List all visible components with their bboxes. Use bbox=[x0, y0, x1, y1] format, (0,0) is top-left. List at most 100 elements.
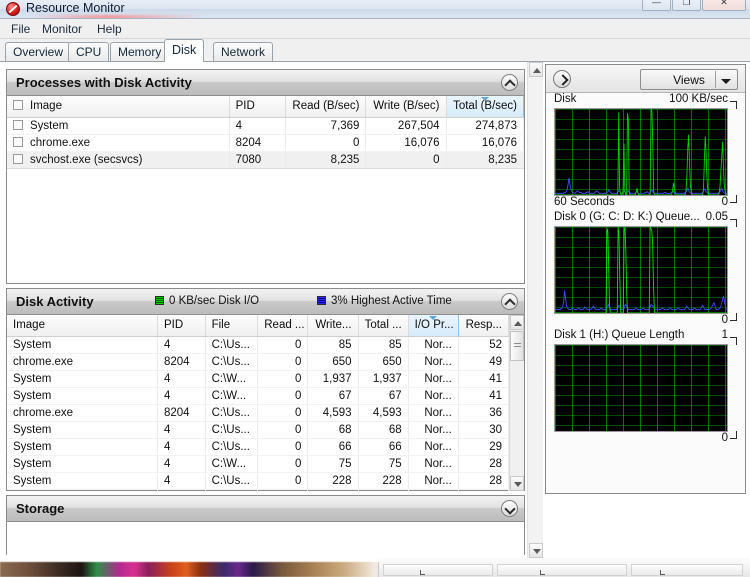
table-row[interactable]: svchost.exe (secsvcs) 7080 8,235 0 8,235 bbox=[7, 150, 524, 169]
axis-bracket-top bbox=[730, 219, 737, 227]
taskbar-item[interactable] bbox=[631, 564, 743, 576]
storage-panel: Storage bbox=[6, 495, 525, 555]
scroll-thumb[interactable] bbox=[510, 331, 524, 361]
cell-image: System bbox=[7, 387, 158, 405]
cell-io-priority: Nor... bbox=[408, 438, 459, 456]
table-row[interactable]: chrome.exe 8204 0 16,076 16,076 bbox=[7, 134, 524, 152]
row-checkbox[interactable] bbox=[13, 136, 23, 147]
col-write[interactable]: Write (B/sec) bbox=[365, 96, 447, 118]
tab-memory[interactable]: Memory bbox=[110, 42, 170, 61]
cell-io-priority: Nor... bbox=[408, 370, 459, 388]
cell-response-time: 41 bbox=[458, 370, 510, 388]
table-row[interactable]: System 4 C:\Us... 0 85 85 Nor... 52 bbox=[7, 336, 510, 354]
table-row[interactable]: System4C:\...1,260244.6249.0Nor...22 bbox=[7, 489, 510, 491]
cell-file: C:\Us... bbox=[205, 353, 259, 371]
table-row[interactable]: System 4 C:\W... 0 67 67 Nor... 41 bbox=[7, 387, 510, 405]
disk-activity-scrollbar[interactable] bbox=[509, 315, 524, 491]
cell-file: C:\Us... bbox=[205, 421, 259, 439]
menu-file[interactable]: File bbox=[7, 22, 34, 36]
menu-help[interactable]: Help bbox=[93, 22, 126, 36]
cell-image: chrome.exe bbox=[7, 404, 158, 422]
table-row[interactable]: chrome.exe 8204 C:\Us... 0 4,593 4,593 Nor... 3… bbox=[7, 404, 510, 422]
col-image[interactable]: Image bbox=[7, 96, 230, 118]
table-row[interactable]: System 4 7,369 267,504 274,873 bbox=[7, 117, 524, 135]
col-total[interactable]: Total (B/sec) bbox=[445, 96, 524, 118]
cell-io-priority: Nor... bbox=[408, 336, 459, 354]
views-button[interactable]: Views bbox=[640, 69, 738, 90]
col-pid[interactable]: PID bbox=[157, 315, 206, 337]
storage-header[interactable]: Storage bbox=[7, 496, 524, 522]
menu-bar: File Monitor Help bbox=[0, 19, 750, 39]
table-row[interactable]: System 4 C:\Us... 0 68 68 Nor... 30 bbox=[7, 421, 510, 439]
main-scroll-up-button[interactable] bbox=[529, 62, 543, 77]
row-checkbox[interactable] bbox=[13, 153, 23, 164]
legend-swatch-blue bbox=[317, 296, 326, 305]
cell-file: C:\... bbox=[205, 489, 259, 491]
main-scroll-down-button[interactable] bbox=[529, 543, 543, 558]
graph-disk-min: 0 bbox=[721, 196, 728, 208]
legend-swatch-green bbox=[155, 296, 164, 305]
cell-response-time: 29 bbox=[458, 438, 510, 456]
main-pane-scrollbar[interactable] bbox=[527, 62, 543, 558]
cell-write: 267,504 bbox=[365, 117, 447, 135]
col-response-time[interactable]: Resp... bbox=[458, 315, 510, 337]
cell-write: 16,076 bbox=[365, 134, 447, 152]
tab-overview[interactable]: Overview bbox=[5, 42, 72, 61]
col-read[interactable]: Read (B/sec) bbox=[285, 96, 367, 118]
chevron-up-icon[interactable] bbox=[501, 293, 518, 310]
cell-total: 66 bbox=[358, 438, 409, 456]
col-pid[interactable]: PID bbox=[229, 96, 287, 118]
taskbar-separator bbox=[378, 562, 379, 577]
chevron-right-icon[interactable] bbox=[553, 70, 571, 88]
processes-panel-header[interactable]: Processes with Disk Activity bbox=[7, 70, 524, 96]
taskbar-glyph bbox=[540, 570, 545, 575]
caret-down-icon bbox=[514, 482, 522, 487]
row-checkbox[interactable] bbox=[13, 119, 23, 130]
cell-read: 7,369 bbox=[285, 117, 367, 135]
col-file[interactable]: File bbox=[205, 315, 259, 337]
minimize-button[interactable]: — bbox=[642, 0, 671, 11]
taskbar-item[interactable] bbox=[383, 564, 493, 576]
cell-pid: 4 bbox=[157, 370, 206, 388]
cell-image: System bbox=[7, 370, 158, 388]
table-row[interactable]: System 4 C:\W... 0 1,937 1,937 Nor... 41 bbox=[7, 370, 510, 388]
menu-monitor[interactable]: Monitor bbox=[38, 22, 86, 36]
cell-total: 16,076 bbox=[446, 134, 524, 152]
cell-io-priority: Nor... bbox=[408, 489, 459, 491]
cell-read: 8,235 bbox=[285, 150, 367, 169]
col-write[interactable]: Write... bbox=[307, 315, 359, 337]
cell-pid: 4 bbox=[157, 472, 206, 490]
maximize-icon: ❐ bbox=[682, 0, 691, 7]
cell-io-priority: Nor... bbox=[408, 455, 459, 473]
resource-monitor-window: Resource Monitor — ❐ ✕ File Monitor Help… bbox=[0, 0, 750, 577]
chevron-up-icon[interactable] bbox=[501, 74, 518, 91]
graph-disk-chart bbox=[554, 108, 728, 196]
col-io-priority[interactable]: I/O Pr... bbox=[407, 315, 459, 337]
graph-disk0-chart bbox=[554, 226, 728, 314]
disk-activity-header[interactable]: Disk Activity 0 KB/sec Disk I/O 3% Highe… bbox=[7, 289, 524, 315]
table-row[interactable]: System 4 C:\Us... 0 66 66 Nor... 29 bbox=[7, 438, 510, 456]
col-read[interactable]: Read ... bbox=[257, 315, 309, 337]
scroll-up-button[interactable] bbox=[510, 315, 524, 330]
cell-read: 0 bbox=[285, 134, 367, 152]
col-total[interactable]: Total ... bbox=[358, 315, 409, 337]
table-row[interactable]: System 4 C:\Us... 0 228 228 Nor... 28 bbox=[7, 472, 510, 490]
cell-image: System bbox=[7, 472, 158, 490]
select-all-checkbox[interactable] bbox=[13, 100, 23, 111]
tab-disk[interactable]: Disk bbox=[164, 39, 205, 62]
chevron-down-icon[interactable] bbox=[501, 500, 518, 517]
table-row[interactable]: chrome.exe 8204 C:\Us... 0 650 650 Nor... 49 bbox=[7, 353, 510, 371]
cell-read: 1,260 bbox=[257, 489, 309, 491]
cell-pid: 4 bbox=[229, 117, 287, 135]
scroll-down-button[interactable] bbox=[510, 476, 524, 491]
window-title: Resource Monitor bbox=[26, 1, 125, 15]
col-image[interactable]: Image bbox=[7, 315, 158, 337]
taskbar-item[interactable] bbox=[497, 564, 627, 576]
cell-read: 0 bbox=[257, 455, 309, 473]
tab-cpu[interactable]: CPU bbox=[68, 42, 110, 61]
maximize-button[interactable]: ❐ bbox=[672, 0, 701, 11]
table-row[interactable]: System 4 C:\W... 0 75 75 Nor... 28 bbox=[7, 455, 510, 473]
tab-network[interactable]: Network bbox=[213, 42, 274, 61]
views-divider bbox=[715, 71, 716, 88]
close-button[interactable]: ✕ bbox=[702, 0, 746, 11]
